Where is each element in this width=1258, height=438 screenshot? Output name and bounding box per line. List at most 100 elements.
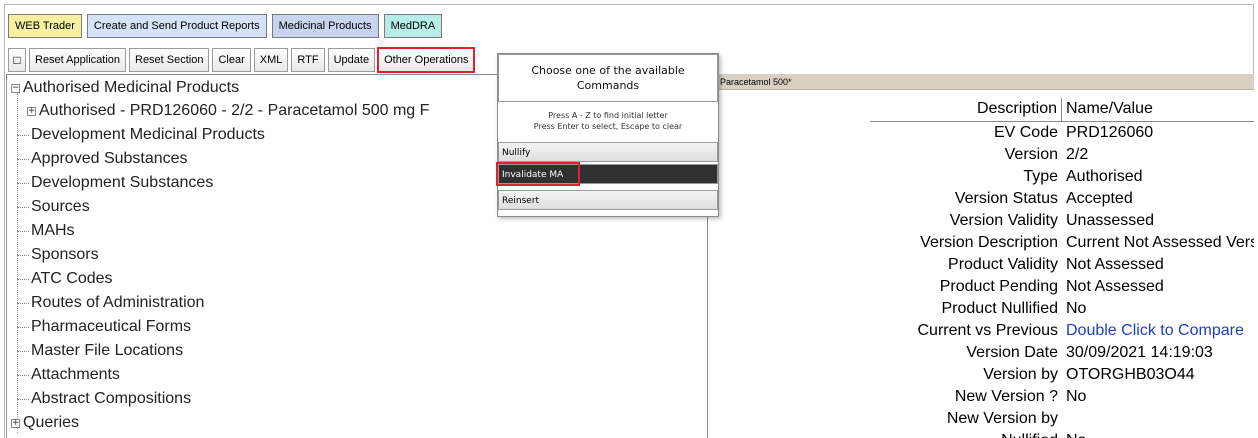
property-value: No	[1066, 430, 1086, 438]
tab-medicinal-products[interactable]: Medicinal Products	[271, 14, 379, 38]
popup-title-line: Commands	[576, 79, 640, 92]
tree-node-abstract-compositions[interactable]: Abstract Compositions	[17, 388, 191, 410]
property-value: Unassessed	[1066, 212, 1155, 229]
compare-versions-link[interactable]: Double Click to Compare	[1066, 320, 1244, 342]
property-label: Version Validity	[949, 212, 1058, 229]
tree-node-approved-substances[interactable]: Approved Substances	[17, 148, 188, 170]
property-row-version-status: Version Status Accepted	[710, 188, 1254, 210]
property-label: Version Status	[954, 190, 1058, 207]
tab-meddra[interactable]: MedDRA	[383, 14, 443, 38]
command-reinsert[interactable]: Reinsert	[498, 190, 718, 210]
property-row-version-validity: Version Validity Unassessed	[710, 210, 1254, 232]
property-value: Accepted	[1066, 190, 1133, 207]
tree-node-label: Authorised - PRD126060 - 2/2 - Paracetam…	[39, 102, 430, 119]
expand-icon[interactable]: +	[27, 106, 36, 116]
property-value: No	[1066, 300, 1087, 317]
tree-node-routes-of-administration[interactable]: Routes of Administration	[17, 292, 204, 314]
property-value: Authorised	[1066, 168, 1143, 185]
rtf-button[interactable]: RTF	[291, 48, 325, 72]
tree-node-authorised-medicinal-products[interactable]: − Authorised Medicinal Products	[11, 77, 239, 99]
property-value: Not Assessed	[1066, 278, 1164, 295]
property-row-nullified: Nullified No	[710, 430, 1254, 438]
property-label: Version Description	[920, 234, 1058, 251]
tree-node-label: Queries	[23, 414, 80, 431]
details-breadcrumb: Paracetamol 500*	[718, 74, 1254, 90]
tree-node-sponsors[interactable]: Sponsors	[17, 244, 99, 266]
collapse-icon[interactable]: −	[11, 83, 20, 93]
property-value: OTORGHB03O44	[1066, 366, 1195, 383]
toggle-panel-button[interactable]: □	[8, 48, 26, 72]
tree-node-authorised-prd126060[interactable]: + Authorised - PRD126060 - 2/2 - Paraceta…	[27, 100, 429, 122]
property-label: Product Pending	[939, 278, 1058, 295]
property-value: 2/2	[1066, 146, 1089, 163]
property-value: Not Assessed	[1066, 256, 1164, 273]
property-label: Product Validity	[948, 256, 1058, 273]
tree-node-label: Pharmaceutical Forms	[31, 318, 192, 335]
property-value: 30/09/2021 14:19:03	[1066, 344, 1213, 361]
tree-node-master-file-locations[interactable]: Master File Locations	[17, 340, 183, 362]
property-label: New Version ?	[954, 388, 1058, 405]
column-header-name-value[interactable]: Name/Value	[1062, 98, 1254, 122]
property-label: New Version by	[946, 410, 1058, 427]
module-tabs: WEB Trader Create and Send Product Repor…	[8, 14, 443, 38]
property-row-product-nullified: Product Nullified No	[710, 298, 1254, 320]
tree-node-queries[interactable]: + Queries	[11, 412, 79, 434]
tree-node-label: Authorised Medicinal Products	[23, 79, 240, 96]
command-nullify[interactable]: Nullify	[498, 142, 718, 162]
property-row-version-date: Version Date 30/09/2021 14:19:03	[710, 342, 1254, 364]
reset-application-button[interactable]: Reset Application	[29, 48, 126, 72]
tree-node-label: Development Medicinal Products	[31, 126, 265, 143]
command-invalidate-ma[interactable]: Invalidate MA	[498, 164, 718, 184]
tree-node-mahs[interactable]: MAHs	[17, 220, 75, 242]
property-value: PRD126060	[1066, 124, 1154, 141]
column-header-description[interactable]: Description	[870, 98, 1062, 122]
tree-node-label: Sponsors	[31, 246, 99, 263]
property-label: Current vs Previous	[917, 322, 1059, 339]
expand-icon[interactable]: +	[11, 418, 20, 428]
tree-node-label: MAHs	[31, 222, 75, 239]
xml-button[interactable]: XML	[253, 48, 289, 72]
tab-create-send-product-reports[interactable]: Create and Send Product Reports	[86, 14, 267, 38]
tab-web-trader[interactable]: WEB Trader	[8, 14, 82, 38]
commands-popup: Choose one of the available Commands Pre…	[496, 53, 719, 217]
tree-node-sources[interactable]: Sources	[17, 196, 90, 218]
update-button[interactable]: Update	[327, 48, 376, 72]
popup-title-line: Choose one of the available	[531, 64, 685, 77]
tree-node-label: Routes of Administration	[31, 294, 205, 311]
property-value: Current Not Assessed Version	[1066, 234, 1254, 251]
property-row-version: Version 2/2	[710, 144, 1254, 166]
tree-node-label: ATC Codes	[31, 270, 113, 287]
toolbar: □ Reset Application Reset Section Clear …	[8, 47, 476, 73]
property-row-new-version: New Version ? No	[710, 386, 1254, 408]
property-label: Type	[1023, 168, 1058, 185]
tree-node-label: Master File Locations	[31, 342, 184, 359]
tree-node-attachments[interactable]: Attachments	[17, 364, 120, 386]
property-row-type: Type Authorised	[710, 166, 1254, 188]
other-operations-button[interactable]: Other Operations	[377, 47, 476, 73]
tree-node-pharmaceutical-forms[interactable]: Pharmaceutical Forms	[17, 316, 191, 338]
tree-node-label: Attachments	[31, 366, 120, 383]
popup-hint: Press A - Z to find initial letter Press…	[498, 110, 718, 132]
popup-hint-line: Press Enter to select, Escape to clear	[533, 122, 683, 131]
property-label: Version by	[983, 366, 1058, 383]
tree-node-label: Development Substances	[31, 174, 214, 191]
reset-section-button[interactable]: Reset Section	[129, 48, 210, 72]
popup-hint-line: Press A - Z to find initial letter	[548, 111, 668, 120]
tree-node-development-medicinal-products[interactable]: Development Medicinal Products	[17, 124, 265, 146]
property-row-new-version-by: New Version by	[710, 408, 1254, 430]
property-value: No	[1066, 388, 1087, 405]
property-row-product-pending: Product Pending Not Assessed	[710, 276, 1254, 298]
property-row-version-by: Version by OTORGHB03O44	[710, 364, 1254, 386]
clear-button[interactable]: Clear	[212, 48, 251, 72]
tree-node-atc-codes[interactable]: ATC Codes	[17, 268, 113, 290]
popup-title: Choose one of the available Commands	[498, 54, 718, 102]
property-row-current-vs-previous: Current vs Previous Double Click to Compa…	[710, 320, 1254, 342]
property-label: EV Code	[993, 124, 1058, 141]
tree-node-label: Approved Substances	[31, 150, 188, 167]
property-label: Version Date	[966, 344, 1058, 361]
tree-node-label: Sources	[31, 198, 90, 215]
property-label: Version	[1004, 146, 1058, 163]
property-label: Product Nullified	[941, 300, 1059, 317]
details-panel: Paracetamol 500* Description Name/Value …	[710, 74, 1254, 438]
tree-node-development-substances[interactable]: Development Substances	[17, 172, 213, 194]
